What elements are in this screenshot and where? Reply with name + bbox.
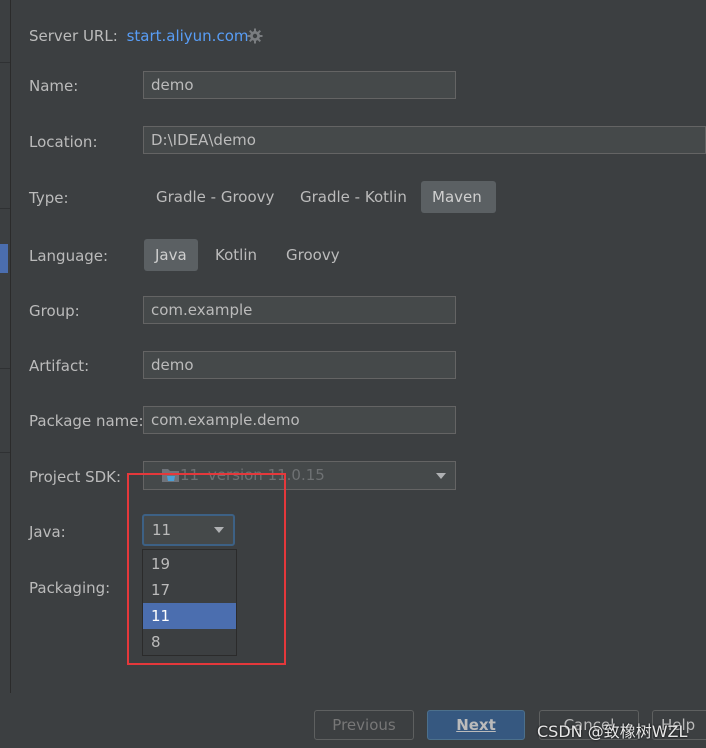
package-name-field[interactable]: com.example.demo	[143, 406, 456, 434]
left-panel-selection	[0, 244, 8, 273]
strip-divider	[0, 452, 10, 453]
location-field[interactable]: D:\IDEA\demo	[143, 126, 706, 154]
previous-button[interactable]: Previous	[314, 710, 414, 740]
artifact-field[interactable]: demo	[143, 351, 456, 379]
chevron-down-icon[interactable]	[436, 473, 446, 479]
project-sdk-label: Project SDK:	[29, 468, 122, 486]
type-option-maven[interactable]: Maven	[421, 181, 496, 213]
language-option-groovy[interactable]: Groovy	[275, 239, 351, 271]
next-button[interactable]: Next	[427, 710, 525, 740]
type-option-gradle-kotlin[interactable]: Gradle - Kotlin	[289, 181, 418, 213]
artifact-label: Artifact:	[29, 357, 90, 375]
language-label: Language:	[29, 247, 109, 265]
type-option-gradle-groovy[interactable]: Gradle - Groovy	[145, 181, 285, 213]
server-url-link[interactable]: start.aliyun.com	[127, 27, 249, 45]
watermark: CSDN @致橡树WZL	[537, 722, 688, 741]
next-button-label: Next	[456, 716, 496, 734]
packaging-label: Packaging:	[29, 579, 111, 597]
type-label: Type:	[29, 189, 69, 207]
server-url-row: Server URL: start.aliyun.com	[29, 26, 249, 46]
group-label: Group:	[29, 302, 80, 320]
strip-divider	[0, 208, 10, 209]
strip-divider	[0, 62, 10, 63]
left-panel-strip	[0, 0, 11, 693]
language-option-java[interactable]: Java	[144, 239, 198, 271]
group-field[interactable]: com.example	[143, 296, 456, 324]
name-field[interactable]: demo	[143, 71, 456, 99]
name-label: Name:	[29, 77, 79, 95]
server-url-label: Server URL:	[29, 27, 118, 45]
location-label: Location:	[29, 133, 98, 151]
strip-divider	[0, 368, 10, 369]
language-option-kotlin[interactable]: Kotlin	[204, 239, 268, 271]
gear-icon[interactable]	[247, 28, 263, 44]
java-label: Java:	[29, 523, 66, 541]
highlight-box	[127, 473, 286, 665]
package-name-label: Package name:	[29, 412, 144, 430]
